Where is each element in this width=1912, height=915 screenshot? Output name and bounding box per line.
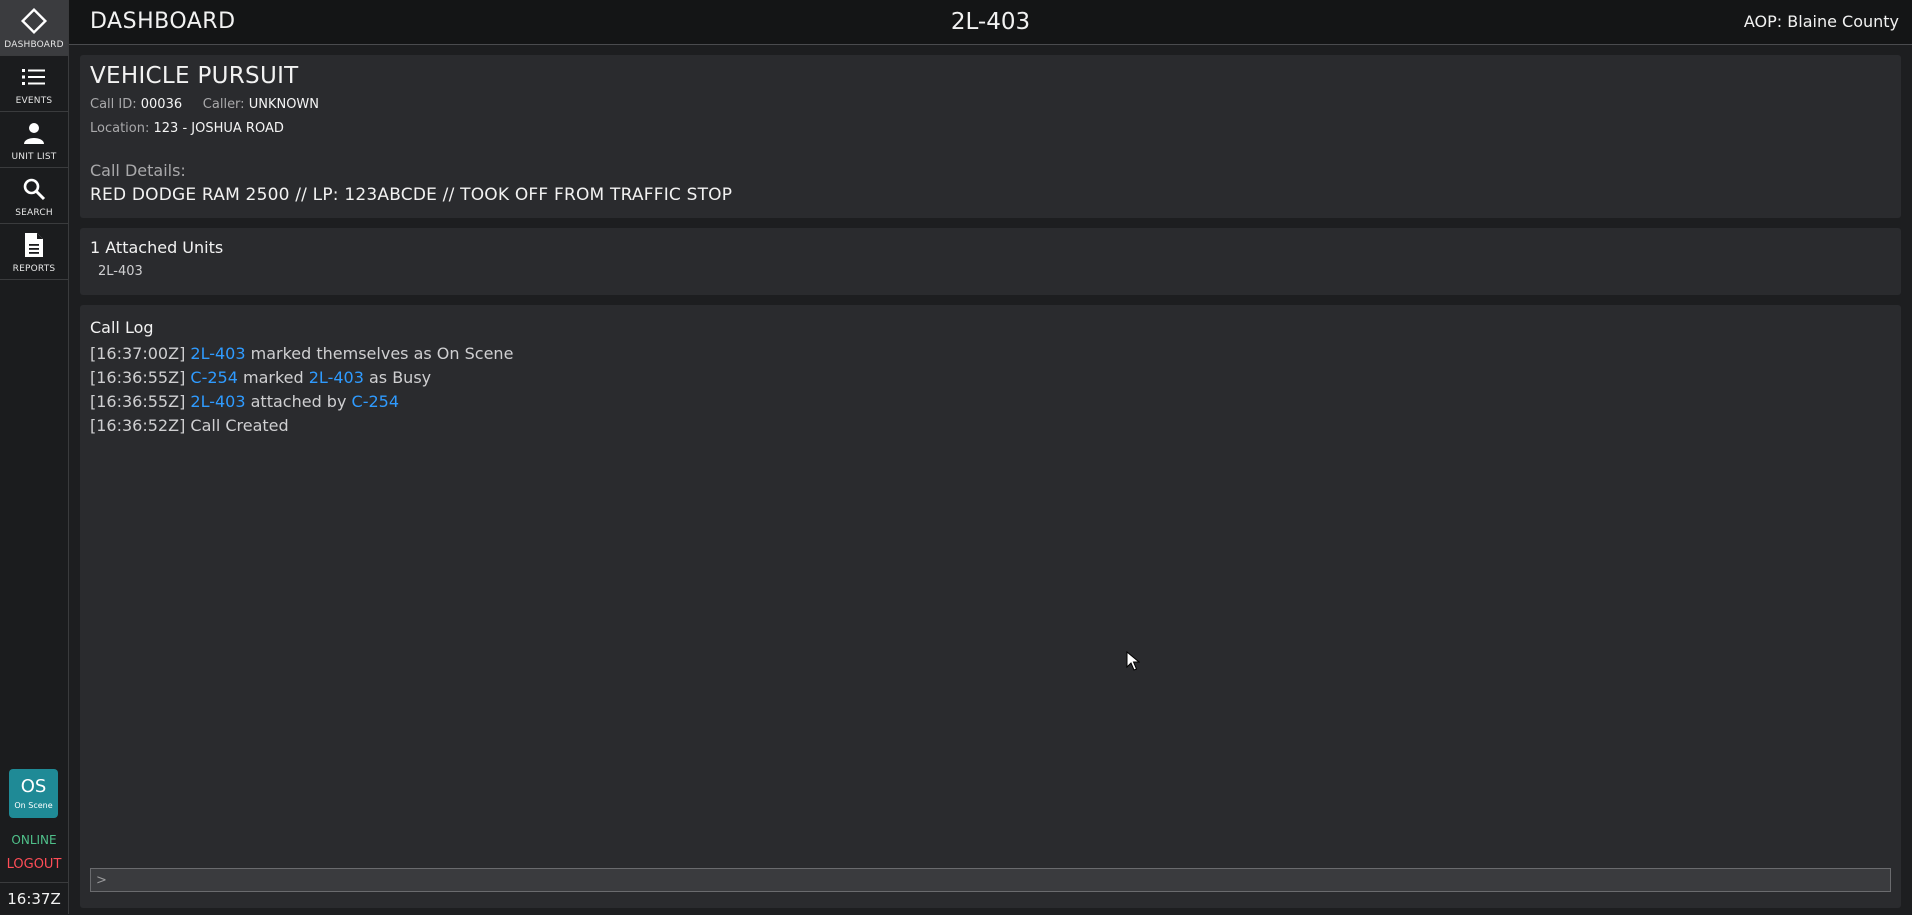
call-meta: Call ID: 00036 Caller: UNKNOWN <box>90 97 319 112</box>
log-entry: [16:36:55Z] 2L-403 attached by C-254 <box>90 390 513 414</box>
log-text: as Busy <box>368 368 432 387</box>
sidebar-item-search[interactable]: SEARCH <box>0 168 68 224</box>
sidebar-item-events[interactable]: EVENTS <box>0 56 68 112</box>
attached-units-title: 1 Attached Units <box>90 238 224 257</box>
log-text: marked themselves as On Scene <box>250 344 514 363</box>
status-label: On Scene <box>14 801 53 810</box>
list-icon <box>19 62 49 92</box>
sidebar-item-label: EVENTS <box>15 96 53 106</box>
attached-unit-item[interactable]: 2L-403 <box>98 264 143 279</box>
call-location: Location: 123 - JOSHUA ROAD <box>90 121 284 136</box>
unit-link[interactable]: 2L-403 <box>190 392 245 411</box>
location-value: 123 - JOSHUA ROAD <box>153 121 284 136</box>
log-text: marked <box>242 368 304 387</box>
sidebar-item-label: UNIT LIST <box>11 152 57 162</box>
sidebar-item-unit-list[interactable]: UNIT LIST <box>0 112 68 168</box>
call-details-label: Call Details: <box>90 161 186 180</box>
log-time: [16:36:52Z] <box>90 416 186 435</box>
mouse-cursor-icon <box>1126 650 1141 675</box>
log-time: [16:37:00Z] <box>90 344 186 363</box>
caller-label: Caller: <box>202 97 245 112</box>
aop-label: AOP: Blaine County <box>1743 12 1899 31</box>
command-bar: > <box>90 868 1891 892</box>
call-log-title: Call Log <box>90 318 154 337</box>
log-time: [16:36:55Z] <box>90 368 186 387</box>
sidebar: DASHBOARD EVENTS UNIT LIST SEARCH REPORT… <box>0 0 69 914</box>
call-id-value: 00036 <box>140 97 183 112</box>
log-entry: [16:36:52Z] Call Created <box>90 414 513 438</box>
log-text: Call Created <box>190 416 289 435</box>
sidebar-item-label: REPORTS <box>12 264 56 274</box>
sidebar-item-label: DASHBOARD <box>4 40 64 50</box>
person-icon <box>19 118 49 148</box>
document-icon <box>19 230 49 260</box>
unit-link[interactable]: 2L-403 <box>309 368 364 387</box>
call-info-panel: VEHICLE PURSUIT Call ID: 00036 Caller: U… <box>80 55 1901 218</box>
call-log-panel: Call Log [16:37:00Z] 2L-403 marked thems… <box>80 305 1901 908</box>
unit-link[interactable]: C-254 <box>190 368 237 387</box>
sidebar-item-dashboard[interactable]: DASHBOARD <box>0 0 68 56</box>
log-entry: [16:36:55Z] C-254 marked 2L-403 as Busy <box>90 366 513 390</box>
log-text: attached by <box>250 392 347 411</box>
call-title: VEHICLE PURSUIT <box>90 63 299 89</box>
sidebar-item-reports[interactable]: REPORTS <box>0 224 68 280</box>
unit-link[interactable]: 2L-403 <box>190 344 245 363</box>
command-input[interactable] <box>106 871 1890 889</box>
status-button[interactable]: OS On Scene <box>9 769 58 818</box>
caller-value: UNKNOWN <box>248 97 320 112</box>
diamond-icon <box>19 6 49 36</box>
header: DASHBOARD 2L-403 AOP: Blaine County <box>69 0 1912 45</box>
clock: 16:37Z <box>0 882 68 914</box>
log-entry: [16:37:00Z] 2L-403 marked themselves as … <box>90 342 513 366</box>
log-time: [16:36:55Z] <box>90 392 186 411</box>
unit-link[interactable]: C-254 <box>352 392 399 411</box>
logout-button[interactable]: LOGOUT <box>0 857 68 872</box>
status-code: OS <box>20 776 47 797</box>
call-details-text: RED DODGE RAM 2500 // LP: 123ABCDE // TO… <box>90 185 733 205</box>
unit-callsign: 2L-403 <box>950 9 1031 35</box>
attached-units-panel: 1 Attached Units 2L-403 <box>80 228 1901 295</box>
search-icon <box>19 174 49 204</box>
sidebar-item-label: SEARCH <box>15 208 53 218</box>
online-status: ONLINE <box>11 833 57 847</box>
location-label: Location: <box>90 121 150 136</box>
command-prompt: > <box>96 872 107 888</box>
call-log-list: [16:37:00Z] 2L-403 marked themselves as … <box>90 342 513 438</box>
call-id-label: Call ID: <box>90 97 137 112</box>
